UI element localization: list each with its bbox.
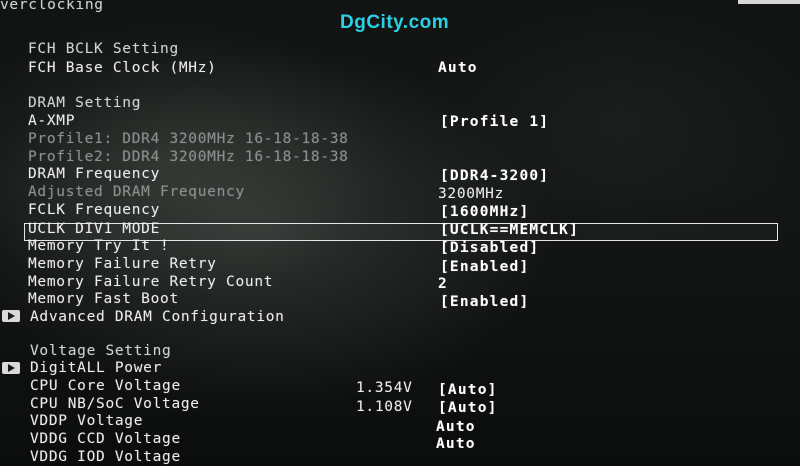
cpu-core-voltage-label[interactable]: CPU Core Voltage: [30, 377, 181, 395]
submenu-arrow-icon: [2, 310, 20, 322]
watermark: DgCity.com: [340, 12, 450, 33]
memory-fast-boot-value[interactable]: [Enabled]: [440, 293, 529, 311]
memory-try-it-label[interactable]: Memory Try It !: [28, 237, 169, 255]
axmp-value[interactable]: [Profile 1]: [440, 113, 549, 131]
fch-section-heading: FCH BCLK Setting: [28, 41, 179, 57]
xmp-profile1-info: Profile1: DDR4 3200MHz 16-18-18-38: [28, 131, 349, 147]
memory-failure-retry-count-label[interactable]: Memory Failure Retry Count: [28, 273, 273, 291]
vddp-voltage-value[interactable]: Auto: [436, 418, 476, 436]
advanced-dram-configuration-item[interactable]: Advanced DRAM Configuration: [30, 308, 285, 326]
voltage-section-heading: Voltage Setting: [30, 343, 172, 359]
axmp-label[interactable]: A-XMP: [28, 112, 75, 130]
top-right-bar: [738, 0, 800, 4]
fch-base-clock-value[interactable]: Auto: [438, 59, 478, 77]
memory-try-it-value[interactable]: [Disabled]: [440, 239, 539, 257]
submenu-arrow-icon: [2, 362, 20, 374]
cpu-nb-soc-voltage-current: 1.108V: [356, 399, 413, 415]
cpu-nb-soc-voltage-label[interactable]: CPU NB/SoC Voltage: [30, 395, 200, 413]
bios-overclocking-page: verclocking FCH BCLK Setting FCH Base Cl…: [0, 0, 800, 465]
page-title: verclocking: [0, 0, 104, 13]
cpu-core-voltage-current: 1.354V: [356, 380, 413, 396]
digitall-power-item[interactable]: DigitALL Power: [30, 359, 162, 377]
dram-section-heading: DRAM Setting: [28, 95, 142, 111]
memory-failure-retry-count-value[interactable]: 2: [438, 275, 448, 293]
cpu-core-voltage-value[interactable]: [Auto]: [438, 381, 498, 399]
fch-base-clock-label[interactable]: FCH Base Clock (MHz): [28, 59, 217, 77]
memory-fast-boot-label[interactable]: Memory Fast Boot: [28, 290, 179, 308]
dram-frequency-label[interactable]: DRAM Frequency: [28, 165, 160, 183]
uclk-div1-mode-label[interactable]: UCLK DIV1 MODE: [28, 220, 160, 238]
adjusted-dram-frequency-label: Adjusted DRAM Frequency: [28, 184, 245, 200]
vddg-ccd-voltage-value[interactable]: Auto: [436, 435, 476, 453]
cpu-nb-soc-voltage-value[interactable]: [Auto]: [438, 399, 498, 417]
fclk-frequency-value[interactable]: [1600MHz]: [440, 203, 529, 221]
memory-failure-retry-label[interactable]: Memory Failure Retry: [28, 255, 217, 273]
uclk-div1-mode-value[interactable]: [UCLK==MEMCLK]: [440, 221, 579, 239]
dram-frequency-value[interactable]: [DDR4-3200]: [440, 167, 549, 185]
adjusted-dram-frequency-value: 3200MHz: [438, 186, 505, 202]
vddg-iod-voltage-label[interactable]: VDDG IOD Voltage: [30, 448, 181, 466]
fclk-frequency-label[interactable]: FCLK Frequency: [28, 201, 160, 219]
xmp-profile2-info: Profile2: DDR4 3200MHz 16-18-18-38: [28, 149, 349, 165]
memory-failure-retry-value[interactable]: [Enabled]: [440, 258, 529, 276]
vddg-ccd-voltage-label[interactable]: VDDG CCD Voltage: [30, 430, 181, 448]
vddp-voltage-label[interactable]: VDDP Voltage: [30, 412, 143, 430]
